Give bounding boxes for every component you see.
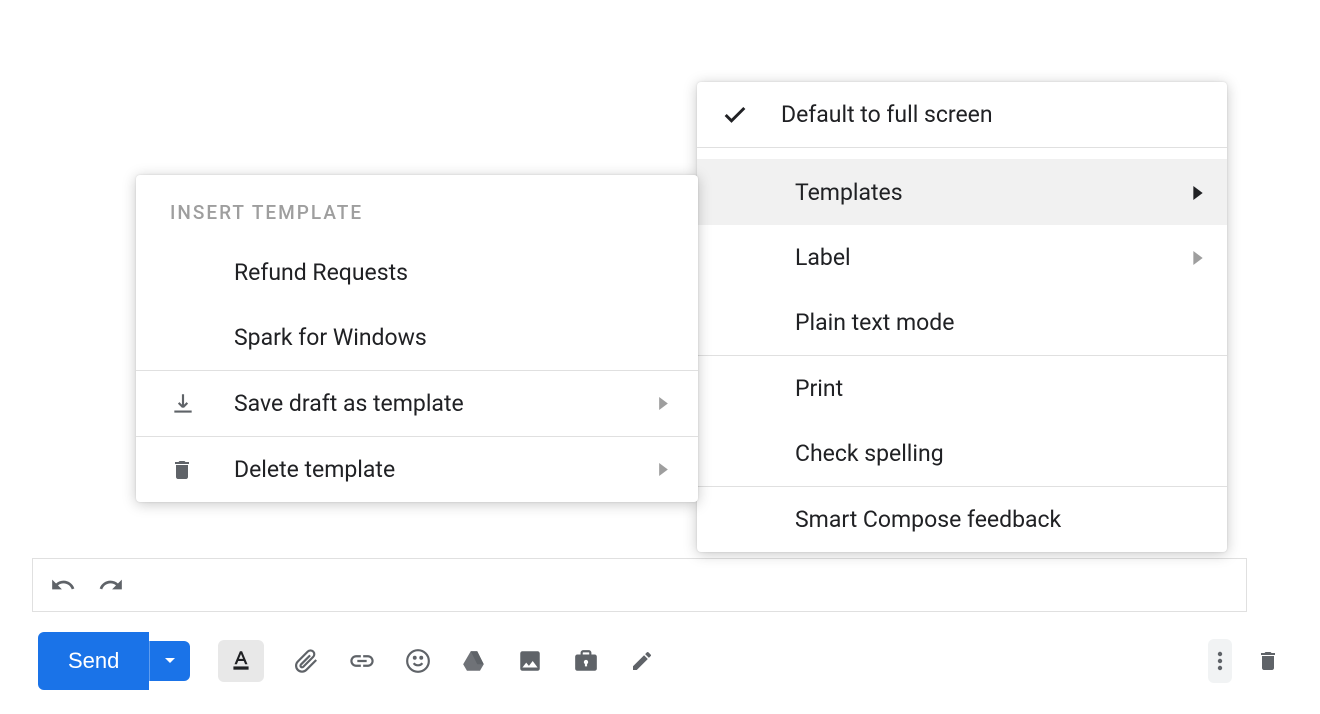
drive-icon[interactable]	[460, 647, 488, 675]
templates-submenu: INSERT TEMPLATE Refund Requests Spark fo…	[136, 175, 698, 502]
submenu-label: Save draft as template	[234, 390, 659, 417]
menu-label: Plain text mode	[795, 309, 1203, 336]
template-item-spark[interactable]: Spark for Windows	[136, 305, 698, 370]
more-options-button[interactable]	[1208, 639, 1232, 683]
image-icon[interactable]	[516, 647, 544, 675]
confidential-icon[interactable]	[572, 647, 600, 675]
download-icon	[170, 391, 234, 417]
menu-label: Check spelling	[795, 440, 1203, 467]
send-button[interactable]: Send	[38, 632, 149, 690]
chevron-right-icon	[1193, 186, 1203, 200]
template-item-refund[interactable]: Refund Requests	[136, 240, 698, 305]
template-label: Spark for Windows	[234, 324, 668, 351]
menu-item-print[interactable]: Print	[697, 356, 1227, 421]
menu-label: Templates	[795, 179, 1193, 206]
undo-icon[interactable]	[49, 571, 77, 599]
trash-icon	[170, 458, 234, 482]
menu-label: Default to full screen	[781, 101, 1203, 128]
send-dropdown-button[interactable]	[149, 641, 190, 681]
check-icon	[721, 101, 781, 129]
submenu-label: Delete template	[234, 456, 659, 483]
formatting-toolbar	[32, 558, 1247, 612]
submenu-header: INSERT TEMPLATE	[136, 175, 698, 240]
text-format-button[interactable]	[218, 640, 264, 682]
submenu-item-save-draft[interactable]: Save draft as template	[136, 371, 698, 436]
submenu-item-delete-template[interactable]: Delete template	[136, 437, 698, 502]
menu-label: Smart Compose feedback	[795, 506, 1203, 533]
compose-toolbar: Send	[32, 632, 1288, 690]
menu-label: Print	[795, 375, 1203, 402]
menu-item-templates[interactable]: Templates	[697, 160, 1227, 225]
redo-icon[interactable]	[97, 571, 125, 599]
emoji-icon[interactable]	[404, 647, 432, 675]
chevron-right-icon	[659, 397, 668, 410]
menu-item-plain-text[interactable]: Plain text mode	[697, 290, 1227, 355]
menu-item-label[interactable]: Label	[697, 225, 1227, 290]
compose-more-menu: Default to full screen Templates Label P…	[697, 82, 1227, 552]
menu-item-fullscreen[interactable]: Default to full screen	[697, 82, 1227, 147]
pen-icon[interactable]	[628, 647, 656, 675]
trash-icon[interactable]	[1254, 647, 1282, 675]
link-icon[interactable]	[348, 647, 376, 675]
chevron-right-icon	[1193, 251, 1203, 265]
menu-label: Label	[795, 244, 1193, 271]
attach-icon[interactable]	[292, 647, 320, 675]
menu-item-check-spelling[interactable]: Check spelling	[697, 421, 1227, 486]
menu-item-smart-compose[interactable]: Smart Compose feedback	[697, 487, 1227, 552]
chevron-right-icon	[659, 463, 668, 476]
template-label: Refund Requests	[234, 259, 668, 286]
